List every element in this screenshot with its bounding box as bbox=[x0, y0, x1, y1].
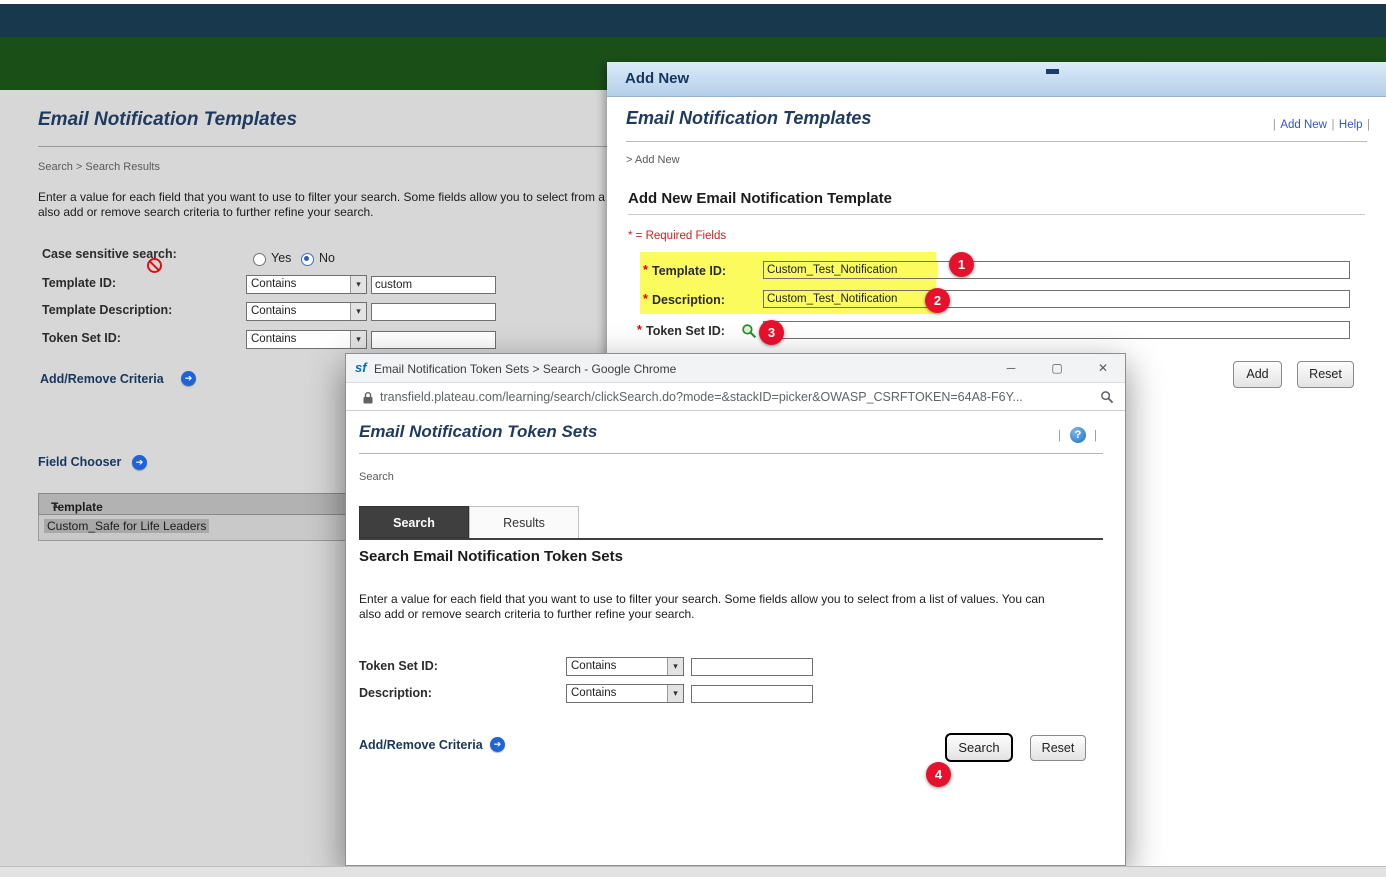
page-title: Email Notification Templates bbox=[38, 109, 298, 130]
required-mark: * bbox=[637, 323, 642, 337]
successfactors-favicon: sf bbox=[355, 360, 367, 375]
divider bbox=[626, 141, 1367, 142]
add-remove-criteria-icon[interactable]: ➔ bbox=[181, 371, 196, 386]
radio-yes[interactable] bbox=[253, 253, 266, 266]
panel-minimize-icon[interactable] bbox=[1046, 69, 1059, 74]
sort-asc-icon: ▲ bbox=[51, 500, 60, 510]
required-mark: * bbox=[643, 292, 648, 306]
panel-breadcrumb: > Add New bbox=[626, 154, 680, 166]
panel-reset-button[interactable]: Reset bbox=[1297, 361, 1354, 388]
screen: Email Notification Templates Search > Se… bbox=[0, 0, 1386, 877]
popup-token-set-id-operator-select[interactable]: Contains ▾ bbox=[566, 657, 684, 676]
tab-search[interactable]: Search bbox=[359, 506, 469, 538]
help-icon[interactable]: ? bbox=[1070, 427, 1086, 443]
template-id-operator-select[interactable]: Contains ▾ bbox=[246, 275, 367, 294]
template-id-label: Template ID: bbox=[42, 276, 117, 290]
step-badge-2: 2 bbox=[925, 288, 950, 313]
popup-page-title: Email Notification Token Sets bbox=[359, 422, 598, 441]
chevron-down-icon: ▾ bbox=[350, 303, 366, 320]
template-description-label: Template Description: bbox=[42, 303, 173, 317]
close-button[interactable]: ✕ bbox=[1083, 354, 1123, 382]
step-badge-1: 1 bbox=[949, 252, 974, 277]
tab-underline bbox=[359, 538, 1103, 540]
popup-heading: Search Email Notification Token Sets bbox=[359, 548, 623, 565]
popup-add-remove-criteria-link[interactable]: Add/Remove Criteria bbox=[359, 738, 483, 752]
panel-template-id-input[interactable] bbox=[763, 261, 1350, 279]
tab-results[interactable]: Results bbox=[469, 506, 579, 538]
popup-description-operator-select[interactable]: Contains ▾ bbox=[566, 684, 684, 703]
popup-instructions-line1: Enter a value for each field that you wa… bbox=[359, 592, 1045, 606]
token-set-lookup-magnifier-icon[interactable] bbox=[741, 323, 757, 339]
step-badge-3: 3 bbox=[759, 320, 784, 345]
taskbar-strip bbox=[0, 866, 1386, 877]
add-button[interactable]: Add bbox=[1233, 361, 1282, 388]
popup-token-set-id-input[interactable] bbox=[691, 658, 813, 676]
url-text[interactable]: transfield.plateau.com/learning/search/c… bbox=[380, 390, 1080, 404]
template-description-operator-select[interactable]: Contains ▾ bbox=[246, 302, 367, 321]
panel-token-set-id-input[interactable] bbox=[763, 321, 1350, 339]
popup-reset-button[interactable]: Reset bbox=[1030, 735, 1086, 761]
chevron-down-icon: ▾ bbox=[350, 331, 366, 348]
template-id-input[interactable] bbox=[371, 276, 496, 294]
field-chooser-link[interactable]: Field Chooser bbox=[38, 455, 121, 469]
help-link[interactable]: Help bbox=[1339, 119, 1363, 131]
token-sets-popup-window: sf Email Notification Token Sets > Searc… bbox=[345, 353, 1126, 866]
breadcrumb: Search > Search Results bbox=[38, 161, 160, 173]
prohibition-icon bbox=[147, 258, 162, 273]
popup-description-input[interactable] bbox=[691, 685, 813, 703]
panel-description-label: Description: bbox=[652, 293, 725, 307]
popup-add-remove-criteria-icon[interactable]: ➔ bbox=[490, 737, 505, 752]
chevron-down-icon: ▾ bbox=[350, 276, 366, 293]
add-remove-criteria-link[interactable]: Add/Remove Criteria bbox=[40, 372, 164, 386]
popup-instructions-line2: also add or remove search criteria to fu… bbox=[359, 607, 695, 621]
popup-token-set-id-label: Token Set ID: bbox=[359, 659, 438, 673]
popup-breadcrumb: Search bbox=[359, 471, 394, 483]
divider bbox=[628, 214, 1365, 215]
field-chooser-icon[interactable]: ➔ bbox=[132, 455, 147, 470]
address-search-icon[interactable] bbox=[1100, 390, 1114, 404]
maximize-button[interactable]: ▢ bbox=[1037, 354, 1077, 382]
template-description-input[interactable] bbox=[371, 303, 496, 321]
popup-titlebar[interactable]: sf Email Notification Token Sets > Searc… bbox=[346, 354, 1125, 383]
chevron-down-icon: ▾ bbox=[667, 685, 683, 702]
panel-links: | Add New | Help | bbox=[1272, 119, 1370, 131]
popup-description-label: Description: bbox=[359, 686, 432, 700]
divider bbox=[38, 146, 638, 147]
panel-token-set-id-label: Token Set ID: bbox=[646, 324, 725, 338]
radio-no[interactable] bbox=[301, 253, 314, 266]
panel-template-id-label: Template ID: bbox=[652, 264, 727, 278]
token-set-id-operator-select[interactable]: Contains ▾ bbox=[246, 330, 367, 349]
popup-search-button[interactable]: Search bbox=[945, 733, 1013, 762]
required-fields-note: * = Required Fields bbox=[628, 230, 727, 242]
radio-yes-label: Yes bbox=[271, 251, 292, 265]
panel-window-title: Add New bbox=[625, 70, 690, 87]
panel-page-title: Email Notification Templates bbox=[626, 108, 872, 128]
instructions-line2: also add or remove search criteria to fu… bbox=[38, 205, 374, 219]
minimize-button[interactable]: ─ bbox=[991, 354, 1031, 382]
radio-no-label: No bbox=[319, 251, 335, 265]
panel-description-input[interactable] bbox=[763, 290, 1350, 308]
token-set-id-input[interactable] bbox=[371, 331, 496, 349]
required-mark: * bbox=[643, 263, 648, 277]
step-badge-4: 4 bbox=[926, 762, 951, 787]
token-set-id-label: Token Set ID: bbox=[42, 331, 121, 345]
popup-addressbar[interactable]: transfield.plateau.com/learning/search/c… bbox=[346, 383, 1125, 411]
divider bbox=[359, 453, 1103, 454]
add-new-link[interactable]: Add New bbox=[1280, 119, 1327, 131]
chevron-down-icon: ▾ bbox=[667, 658, 683, 675]
lock-icon bbox=[363, 392, 373, 404]
popup-window-title: Email Notification Token Sets > Search -… bbox=[374, 362, 677, 376]
add-new-panel-header: Add New bbox=[607, 62, 1386, 97]
add-new-heading: Add New Email Notification Template bbox=[628, 190, 892, 207]
